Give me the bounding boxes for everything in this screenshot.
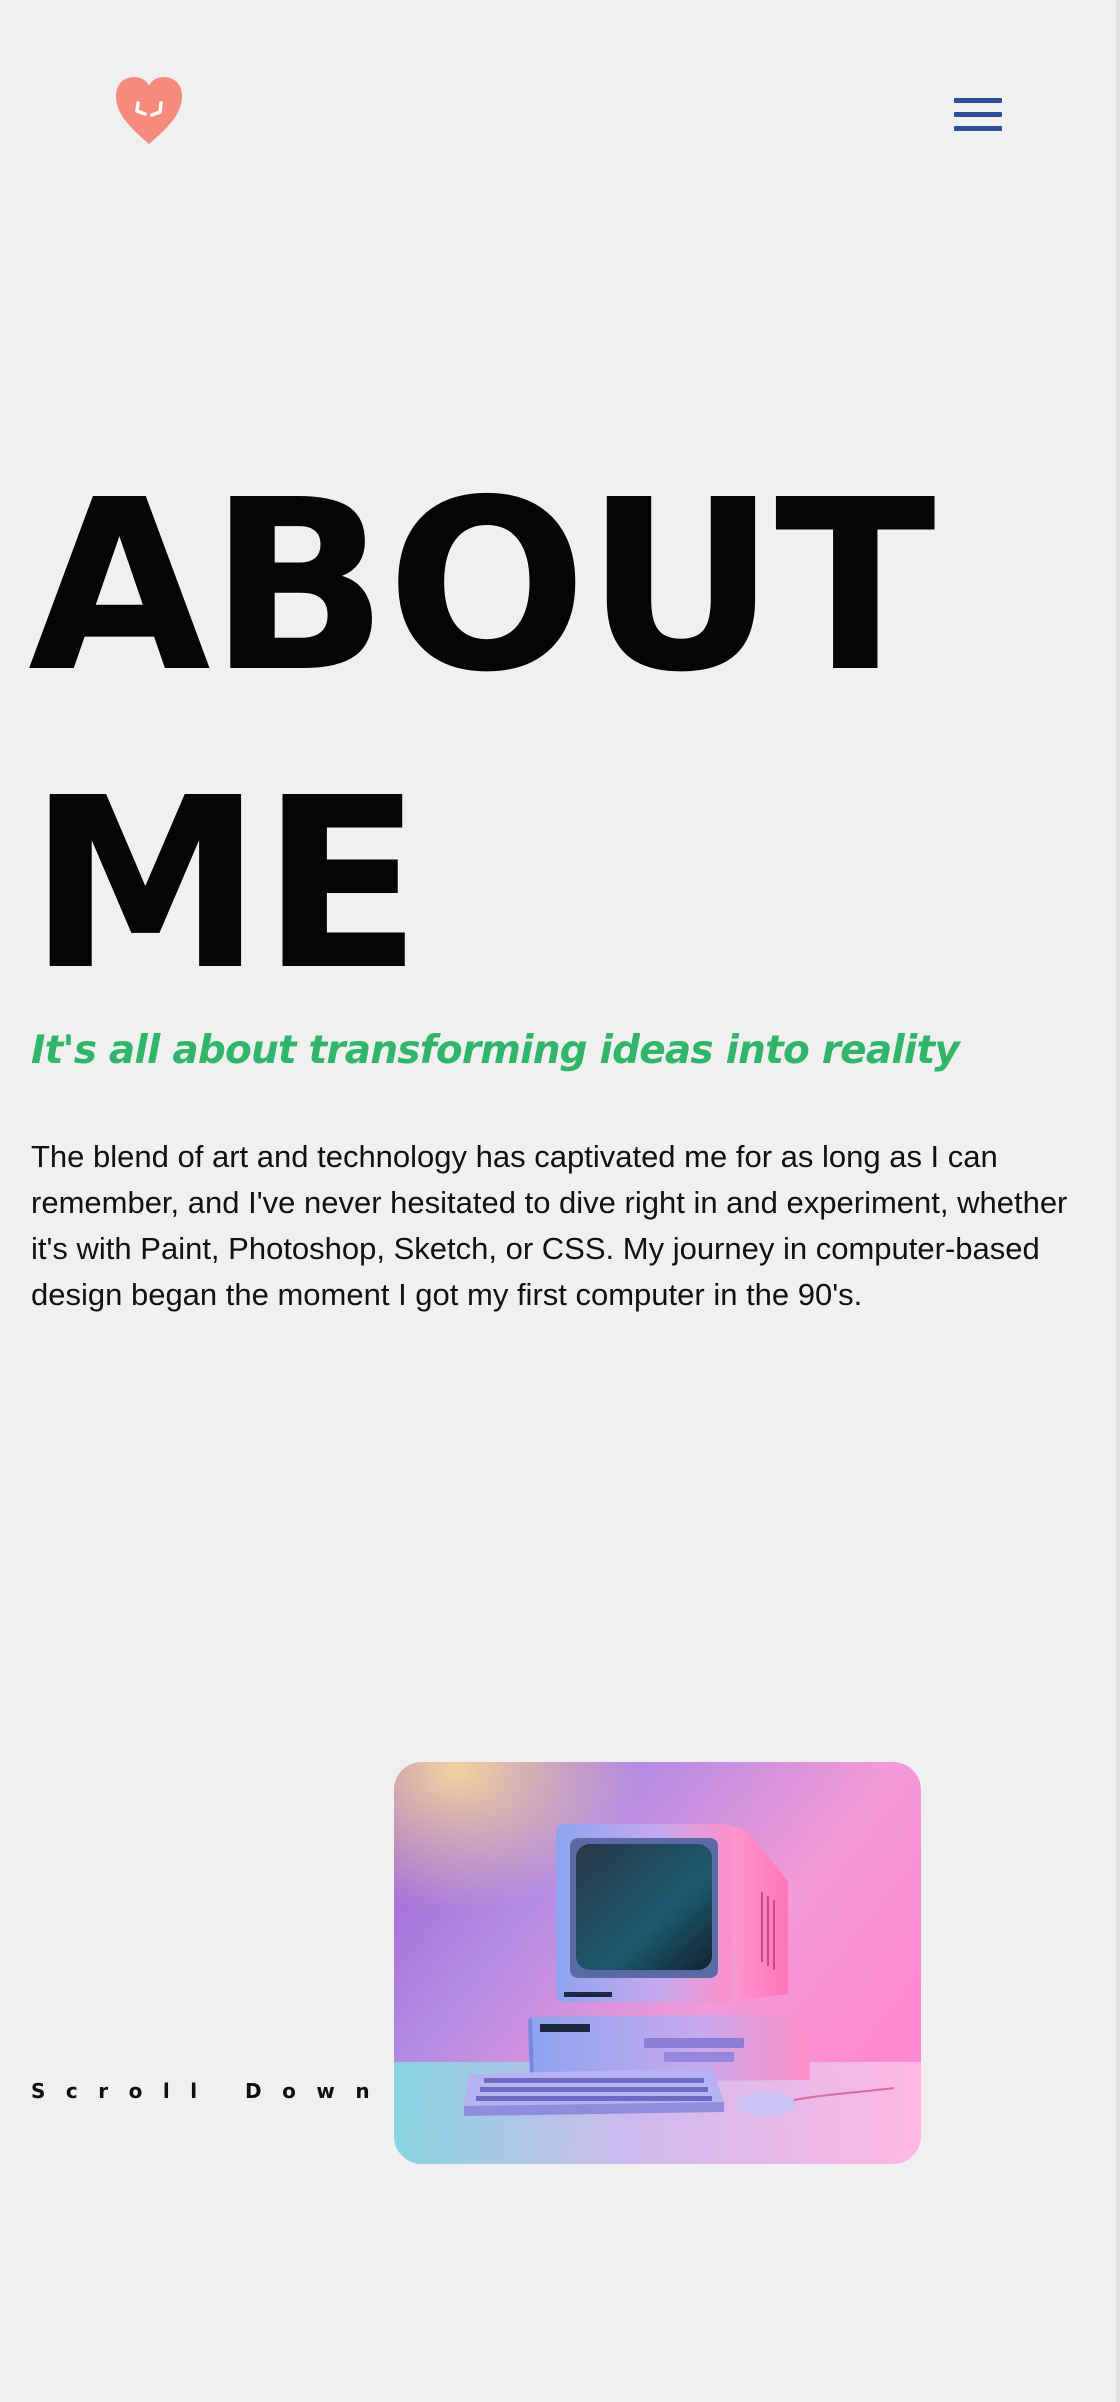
- page-title: ABOUT ME: [28, 438, 936, 1034]
- hamburger-menu-icon-bar-middle: [954, 112, 1002, 117]
- scrollbar[interactable]: [1116, 0, 1120, 2402]
- menu-button[interactable]: [952, 96, 1006, 136]
- retro-computer-image: [394, 1762, 921, 2164]
- hamburger-menu-icon-bar-top: [954, 98, 1002, 103]
- retro-computer-illustration: [394, 1762, 921, 2164]
- intro-paragraph: The blend of art and technology has capt…: [31, 1139, 1068, 1312]
- scroll-down-link[interactable]: Scroll Down: [31, 2079, 390, 2103]
- page-title-line-1: ABOUT: [28, 449, 936, 724]
- heart-smile-icon: [116, 77, 182, 144]
- heart-logo-icon[interactable]: [114, 76, 184, 146]
- tagline: It's all about transforming ideas into r…: [31, 1028, 960, 1073]
- hamburger-menu-icon-bar-bottom: [954, 126, 1002, 131]
- page-title-line-2: ME: [28, 747, 422, 1022]
